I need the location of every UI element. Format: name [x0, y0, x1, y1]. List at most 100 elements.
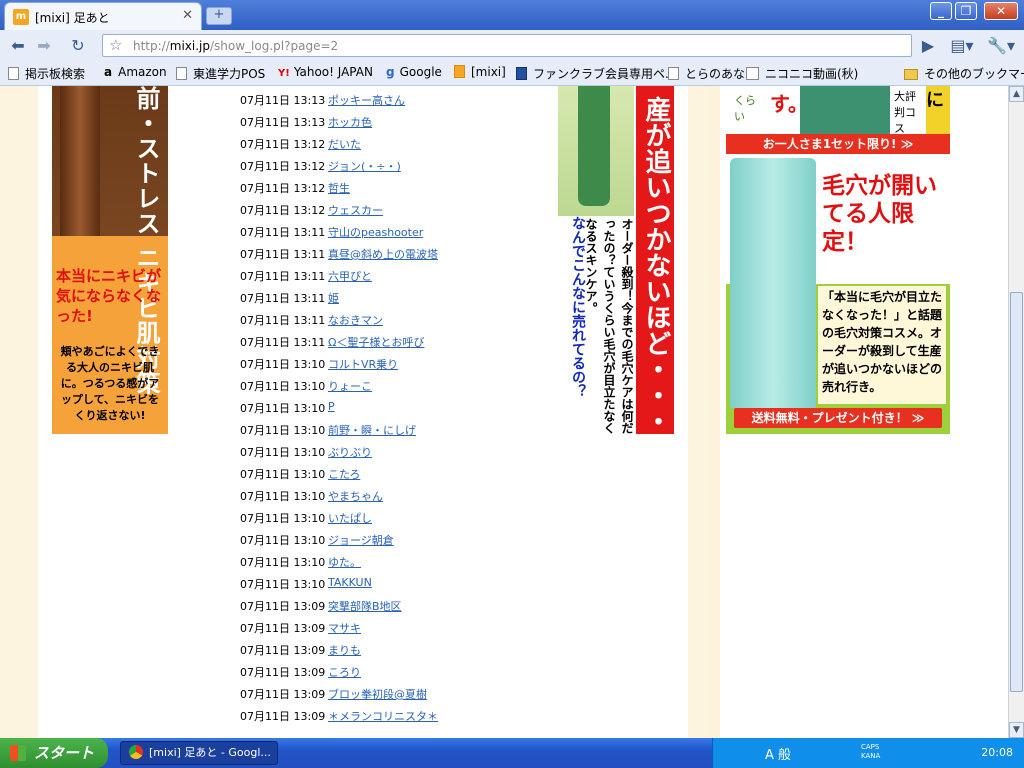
- back-arrow-icon[interactable]: ⬅: [6, 35, 30, 57]
- visit-timestamp: 07月11日 13:12: [240, 138, 326, 151]
- bookmark-item[interactable]: ニコニコ動画(秋): [746, 65, 858, 82]
- pore-care-side-ad[interactable]: くらい す。 大評判コスメ！ に お一人さま1セット限り! ≫ 毛穴が開いてる人…: [726, 86, 950, 434]
- log-row: 07月11日 13:10 TAKKUN: [240, 572, 560, 594]
- start-button[interactable]: スタート: [0, 738, 108, 768]
- bookmark-item[interactable]: Y! Yahoo! JAPAN: [278, 65, 373, 79]
- scrollbar-thumb[interactable]: [1010, 292, 1023, 692]
- maximize-button[interactable]: ❐: [955, 2, 977, 20]
- bookmarks-bar: 掲示板検索 a Amazon 東進学力POS Y! Yahoo! JAPAN g Go…: [0, 60, 1024, 86]
- visitor-name-link[interactable]: ジョン(・÷・): [328, 158, 401, 174]
- pore-care-vertical-ad[interactable]: 産が追いつかないほど・・・ オーダー殺到！今までの毛穴ケアは何だったの？ていうく…: [558, 86, 674, 434]
- visit-timestamp: 07月11日 13:09: [240, 622, 326, 635]
- bookmark-item[interactable]: a Amazon: [104, 65, 167, 79]
- wrench-menu-icon[interactable]: 🔧▾: [984, 35, 1018, 57]
- visit-timestamp: 07月11日 13:11: [240, 226, 326, 239]
- mixi-favicon-icon: m: [13, 9, 29, 25]
- visit-timestamp: 07月11日 13:10: [240, 490, 326, 503]
- visitor-name-link[interactable]: 姫: [328, 290, 339, 306]
- visitor-name-link[interactable]: こたろ: [328, 466, 360, 482]
- log-row: 07月11日 13:11 真昼@斜め上の電波塔: [240, 242, 560, 264]
- taskbar-window-button[interactable]: [mixi] 足あと - Googl...: [120, 741, 278, 765]
- visitor-name-link[interactable]: ホッカ色: [328, 114, 372, 130]
- visitor-name-link[interactable]: やまちゃん: [328, 488, 383, 504]
- bookmark-item[interactable]: g Google: [386, 65, 442, 79]
- bookmark-item[interactable]: [mixi]: [454, 65, 506, 79]
- visitor-name-link[interactable]: 真昼@斜め上の電波塔: [328, 246, 438, 262]
- forward-arrow-icon[interactable]: ➡: [32, 35, 56, 57]
- visitor-name-link[interactable]: 六甲ぴと: [328, 268, 372, 284]
- visit-timestamp: 07月11日 13:10: [240, 468, 326, 481]
- scroll-up-arrow-icon[interactable]: ▲: [1009, 86, 1024, 102]
- visitor-name-link[interactable]: 守山のpeashooter: [328, 224, 423, 240]
- go-play-icon[interactable]: ▶: [916, 35, 940, 57]
- visitor-name-link[interactable]: ポッキー高さん: [328, 92, 405, 108]
- other-bookmarks-folder[interactable]: その他のブックマーク: [904, 65, 1024, 82]
- ad-catch-copy: 本当にニキビが気にならなくなった!: [56, 267, 162, 325]
- ime-indicator[interactable]: A 般: [765, 744, 791, 763]
- visit-timestamp: 07月11日 13:11: [240, 336, 326, 349]
- visitor-name-link[interactable]: コルトVR乗り: [328, 356, 398, 372]
- pump-bottle-image: [730, 158, 816, 408]
- visitor-name-link[interactable]: 突撃部隊B地区: [328, 598, 402, 614]
- visitor-name-link[interactable]: ころり: [328, 664, 361, 680]
- new-tab-button[interactable]: +: [206, 7, 232, 25]
- bookmark-star-icon[interactable]: ☆: [109, 36, 122, 54]
- log-row: 07月11日 13:10 いたぱし: [240, 506, 560, 528]
- log-row: 07月11日 13:13 ポッキー高さん: [240, 88, 560, 110]
- page-icon: [176, 67, 187, 80]
- log-row: 07月11日 13:09 ころり: [240, 660, 560, 682]
- ad-limit-band: お一人さま1セット限り! ≫: [726, 134, 950, 154]
- tv-icon: [746, 67, 759, 80]
- visitor-name-link[interactable]: りょーこ: [328, 378, 372, 394]
- bookmark-item[interactable]: ファンクラブ会員専用ペ...: [516, 65, 676, 82]
- acne-care-ad-banner[interactable]: 前・ストレス ニキビ肌対策 本当にニキビが気にならなくなった! 頬やあごによくで…: [52, 86, 168, 434]
- visitor-name-link[interactable]: ぶりぶり: [328, 444, 372, 460]
- minimize-button[interactable]: _: [930, 2, 952, 20]
- visit-timestamp: 07月11日 13:12: [240, 204, 326, 217]
- visitor-name-link[interactable]: P: [328, 400, 335, 413]
- bookmark-item[interactable]: 東進学力POS: [176, 65, 265, 82]
- vertical-scrollbar[interactable]: ▲ ▼: [1008, 86, 1024, 738]
- visit-timestamp: 07月11日 13:11: [240, 292, 326, 305]
- ad-cta-button[interactable]: 送料無料・プレゼント付き！ ≫: [734, 408, 942, 428]
- visitor-name-link[interactable]: だいた: [328, 136, 361, 152]
- log-row: 07月11日 13:10 ジョージ朝倉: [240, 528, 560, 550]
- visitor-name-link[interactable]: ジョージ朝倉: [328, 532, 394, 548]
- log-row: 07月11日 13:10 りょーこ: [240, 374, 560, 396]
- visitor-name-link[interactable]: ウェスカー: [328, 202, 383, 218]
- bookmark-item[interactable]: 掲示板検索: [8, 65, 85, 82]
- visitor-name-link[interactable]: ＊メランコリニスタ＊: [328, 708, 438, 724]
- page-menu-icon[interactable]: ▤▾: [948, 35, 976, 57]
- address-bar[interactable]: ☆ http://mixi.jp/show_log.pl?page=2: [102, 34, 912, 57]
- log-row: 07月11日 13:11 姫: [240, 286, 560, 308]
- visitor-name-link[interactable]: Ω＜聖子様とお呼び: [328, 334, 424, 350]
- scroll-down-arrow-icon[interactable]: ▼: [1009, 722, 1024, 738]
- log-row: 07月11日 13:09 マサキ: [240, 616, 560, 638]
- visitor-name-link[interactable]: ゆた。: [328, 554, 361, 570]
- visit-timestamp: 07月11日 13:09: [240, 600, 326, 613]
- windows-taskbar: スタート [mixi] 足あと - Googl... A 般 CAPS KANA …: [0, 738, 1024, 768]
- reload-icon[interactable]: ↻: [66, 35, 90, 57]
- close-tab-icon[interactable]: ✕: [182, 8, 193, 23]
- visitor-name-link[interactable]: なおきマン: [328, 312, 383, 328]
- log-row: 07月11日 13:12 ジョン(・÷・): [240, 154, 560, 176]
- log-row: 07月11日 13:09 まりも: [240, 638, 560, 660]
- browser-tab[interactable]: m [mixi] 足あと ✕: [4, 2, 202, 30]
- visitor-name-link[interactable]: マサキ: [328, 620, 361, 636]
- visitor-name-link[interactable]: まりも: [328, 642, 361, 658]
- system-tray: A 般 CAPS KANA 20:08: [712, 738, 1024, 768]
- amazon-icon: a: [104, 65, 113, 79]
- visitor-name-link[interactable]: 哲生: [328, 180, 350, 196]
- visitor-name-link[interactable]: TAKKUN: [328, 576, 372, 589]
- ad-headline: 毛穴が開いてる人限定！: [822, 173, 937, 255]
- log-row: 07月11日 13:09 ブロッ拳初段@夏樹: [240, 682, 560, 704]
- visitor-name-link[interactable]: いたぱし: [328, 510, 372, 526]
- log-row: 07月11日 13:11 Ω＜聖子様とお呼び: [240, 330, 560, 352]
- visit-timestamp: 07月11日 13:11: [240, 314, 326, 327]
- address-url: http://mixi.jp/show_log.pl?page=2: [133, 39, 339, 53]
- visitor-name-link[interactable]: 前野・瞬・にしげ: [328, 422, 416, 438]
- close-window-button[interactable]: ✕: [984, 2, 1018, 20]
- visit-timestamp: 07月11日 13:13: [240, 94, 326, 107]
- bookmark-item[interactable]: とらのあな: [668, 65, 745, 82]
- visitor-name-link[interactable]: ブロッ拳初段@夏樹: [328, 686, 427, 702]
